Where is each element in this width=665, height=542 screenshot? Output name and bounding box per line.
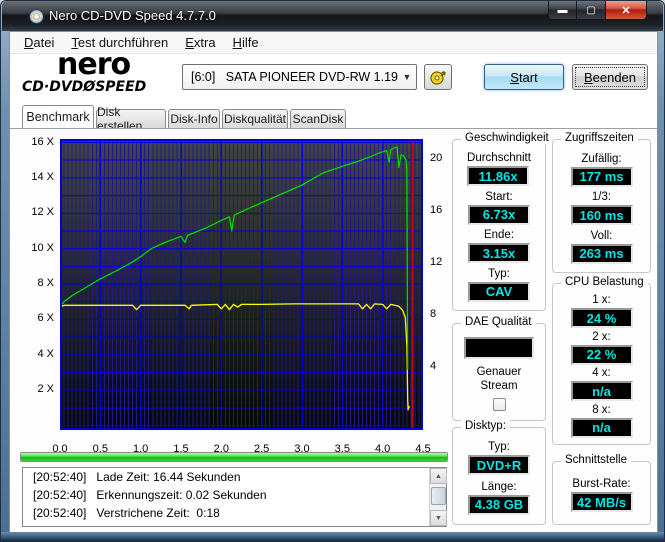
panel-title: CPU Belastung [561, 276, 648, 288]
readout-cpu-4x: 4 x: n/a [570, 367, 633, 402]
readout-durchschnitt: Durchschnitt 11.86x [467, 152, 531, 187]
tab-benchmark[interactable]: Benchmark [22, 105, 94, 128]
menu-hilfe[interactable]: Hilfe [226, 33, 266, 52]
drive-select-value: [6:0] SATA PIONEER DVD-RW 1.19 [191, 70, 399, 84]
tab-diskqualitaet[interactable]: Diskqualität [222, 109, 288, 128]
cd-dvd-speed-logo: CD·DVDØSPEED [22, 79, 147, 95]
readout-typ: Typ: CAV [468, 268, 530, 302]
y-axis-right-tick: 4 [430, 360, 437, 372]
panel-title: Geschwindigkeit [461, 132, 553, 144]
panel-cpu-belastung: CPU Belastung 1 x: 24 % 2 x: 22 % 4 x: n/a … [552, 276, 651, 445]
maximize-button[interactable]: ▢ [577, 1, 605, 20]
y-axis-left-tick: 16 X [31, 135, 54, 148]
scroll-down-icon[interactable]: ▼ [430, 510, 447, 526]
panel-schnittstelle: Schnittstelle Burst-Rate: 42 MB/s [552, 454, 651, 525]
menu-extra[interactable]: Extra [178, 33, 222, 52]
y-axis-left-tick: 6 X [37, 312, 54, 325]
benchmark-chart [59, 139, 423, 430]
readout-laenge: Länge: 4.38 GB [468, 481, 530, 515]
panel-disktyp: Disktyp: Typ: DVD+R Länge: 4.38 GB [452, 420, 546, 525]
window-content: Datei Test durchführen Extra Hilfe nero … [9, 31, 658, 533]
y-axis-right-tick: 16 [430, 204, 443, 216]
log-line: [20:52:40] Erkennungszeit: 0.02 Sekunden [33, 488, 267, 502]
y-axis-left-tick: 4 X [37, 347, 54, 360]
panel-title: Zugriffszeiten [561, 132, 638, 144]
log-box: [20:52:40] Lade Zeit: 16.44 Sekunden [20:… [22, 467, 447, 527]
y-axis-left-tick: 8 X [37, 277, 54, 290]
drive-select[interactable]: [6:0] SATA PIONEER DVD-RW 1.19 ▼ [182, 64, 417, 90]
y-axis-left-tick: 2 X [37, 383, 54, 396]
scrollbar-thumb[interactable] [431, 487, 446, 505]
y-axis-left-tick: 12 X [31, 206, 54, 219]
panel-geschwindigkeit: Geschwindigkeit Durchschnitt 11.86x Start… [452, 132, 553, 311]
y-axis-right-tick: 12 [430, 256, 443, 268]
genauer-stream-label: Genauer Stream [476, 365, 522, 392]
window-bottom-frame [1, 532, 664, 541]
panel-title: Schnittstelle [561, 454, 632, 466]
log-line: [20:52:40] Verstrichene Zeit: 0:18 [33, 506, 220, 520]
panel-zugriffszeiten: Zugriffszeiten Zufällig: 177 ms 1/3: 160 m… [552, 132, 651, 273]
close-button[interactable]: ✕ [605, 1, 647, 20]
app-window: Nero CD-DVD Speed 4.7.7.0 ▬ ▢ ✕ Datei Te… [0, 0, 665, 542]
tab-disk-info[interactable]: Disk-Info [168, 109, 220, 128]
eject-disc-icon [430, 71, 446, 85]
scroll-up-icon[interactable]: ▲ [430, 468, 447, 484]
readout-cpu-1x: 1 x: 24 % [570, 294, 633, 329]
y-axis-right-tick: 20 [430, 152, 443, 164]
y-axis-right-tick: 8 [430, 308, 437, 320]
app-disc-icon [29, 9, 44, 24]
progress-bar-fill [21, 453, 447, 461]
panel-title: DAE Qualität [461, 316, 536, 328]
menu-datei[interactable]: Datei [17, 33, 61, 52]
readout-zufaellig: Zufällig: 177 ms [570, 153, 633, 187]
nero-logo: nero [57, 47, 131, 82]
tab-scandisk[interactable]: ScanDisk [290, 109, 346, 128]
tab-strip: Benchmark Disk erstellen Disk-Info Diskq… [10, 105, 657, 133]
readout-cpu-8x: 8 x: n/a [570, 404, 633, 438]
y-axis-left-tick: 10 X [31, 241, 54, 254]
window-title: Nero CD-DVD Speed 4.7.7.0 [49, 8, 216, 23]
eject-button[interactable] [424, 64, 452, 90]
panel-dae-qualitaet: DAE Qualität Genauer Stream [452, 316, 546, 421]
benchmark-page: 16 X 14 X 12 X 10 X8 X6 X4 X2 X 20 16 12 8 4 0.… [10, 128, 657, 533]
genauer-stream-checkbox[interactable] [492, 397, 506, 411]
readout-start: Start: 6.73x [468, 191, 530, 225]
readout-voll: Voll: 263 ms [570, 230, 633, 264]
readout-burst-rate: Burst-Rate: 42 MB/s [570, 478, 633, 512]
quit-button[interactable]: Beenden [572, 64, 648, 90]
title-bar[interactable]: Nero CD-DVD Speed 4.7.7.0 ▬ ▢ ✕ [2, 1, 663, 31]
chevron-down-icon[interactable]: ▼ [398, 72, 416, 82]
dae-quality-display [464, 337, 534, 360]
tab-disk-erstellen[interactable]: Disk erstellen [96, 105, 166, 133]
start-button[interactable]: Start [484, 64, 564, 90]
minimize-button[interactable]: ▬ [548, 1, 577, 20]
readout-cpu-2x: 2 x: 22 % [570, 331, 633, 365]
panel-title: Disktyp: [461, 420, 510, 432]
readout-drittel: 1/3: 160 ms [570, 191, 633, 225]
log-line: [20:52:40] Lade Zeit: 16.44 Sekunden [33, 470, 241, 484]
log-scrollbar[interactable]: ▲ ▼ [429, 468, 447, 526]
y-axis-left-tick: 14 X [31, 170, 54, 183]
readout-ende: Ende: 3.15x [468, 229, 530, 264]
progress-bar [20, 452, 448, 462]
readout-typ-disc: Typ: DVD+R [468, 441, 530, 476]
